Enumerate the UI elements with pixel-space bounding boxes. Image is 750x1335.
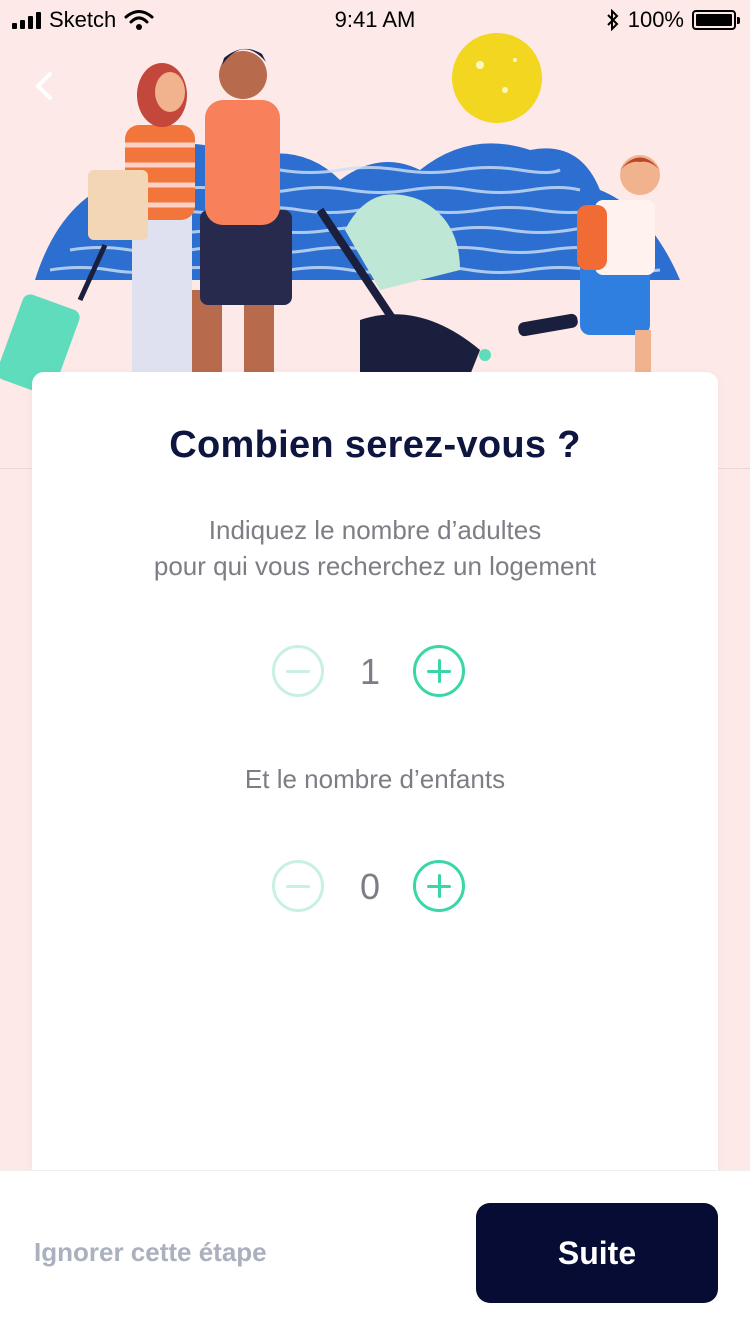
guest-count-card: Combien serez-vous ? Indiquez le nombre … — [32, 372, 718, 1172]
minus-icon — [286, 670, 310, 673]
family-travel-illustration — [0, 33, 680, 400]
adults-increment-button[interactable] — [413, 645, 465, 697]
skip-step-link[interactable]: Ignorer cette étape — [34, 1237, 267, 1268]
minus-icon — [286, 885, 310, 888]
children-increment-button[interactable] — [413, 860, 465, 912]
children-label: Et le nombre d’enfants — [244, 764, 506, 794]
next-button[interactable]: Suite — [476, 1203, 718, 1303]
back-button[interactable] — [26, 66, 66, 106]
children-decrement-button[interactable] — [272, 860, 324, 912]
adults-description-line2: pour qui vous recherchez un logement — [153, 551, 597, 581]
battery-icon — [692, 10, 740, 30]
sun-illustration — [452, 33, 542, 123]
children-stepper: 0 — [32, 860, 718, 920]
chevron-left-icon — [36, 72, 52, 100]
bluetooth-icon — [607, 9, 619, 31]
bottom-action-bar: Ignorer cette étape Suite — [0, 1170, 750, 1335]
adults-description-line1: Indiquez le nombre d’adultes — [208, 515, 542, 545]
adults-stepper: 1 — [32, 645, 718, 705]
children-count: 0 — [359, 866, 381, 907]
adults-count: 1 — [359, 651, 381, 692]
adults-decrement-button[interactable] — [272, 645, 324, 697]
adults-description: Indiquez le nombre d’adultes pour qui vo… — [72, 512, 678, 584]
page-title: Combien serez-vous ? — [169, 424, 581, 466]
woman-illustration — [0, 63, 195, 395]
man-illustration — [192, 48, 292, 400]
